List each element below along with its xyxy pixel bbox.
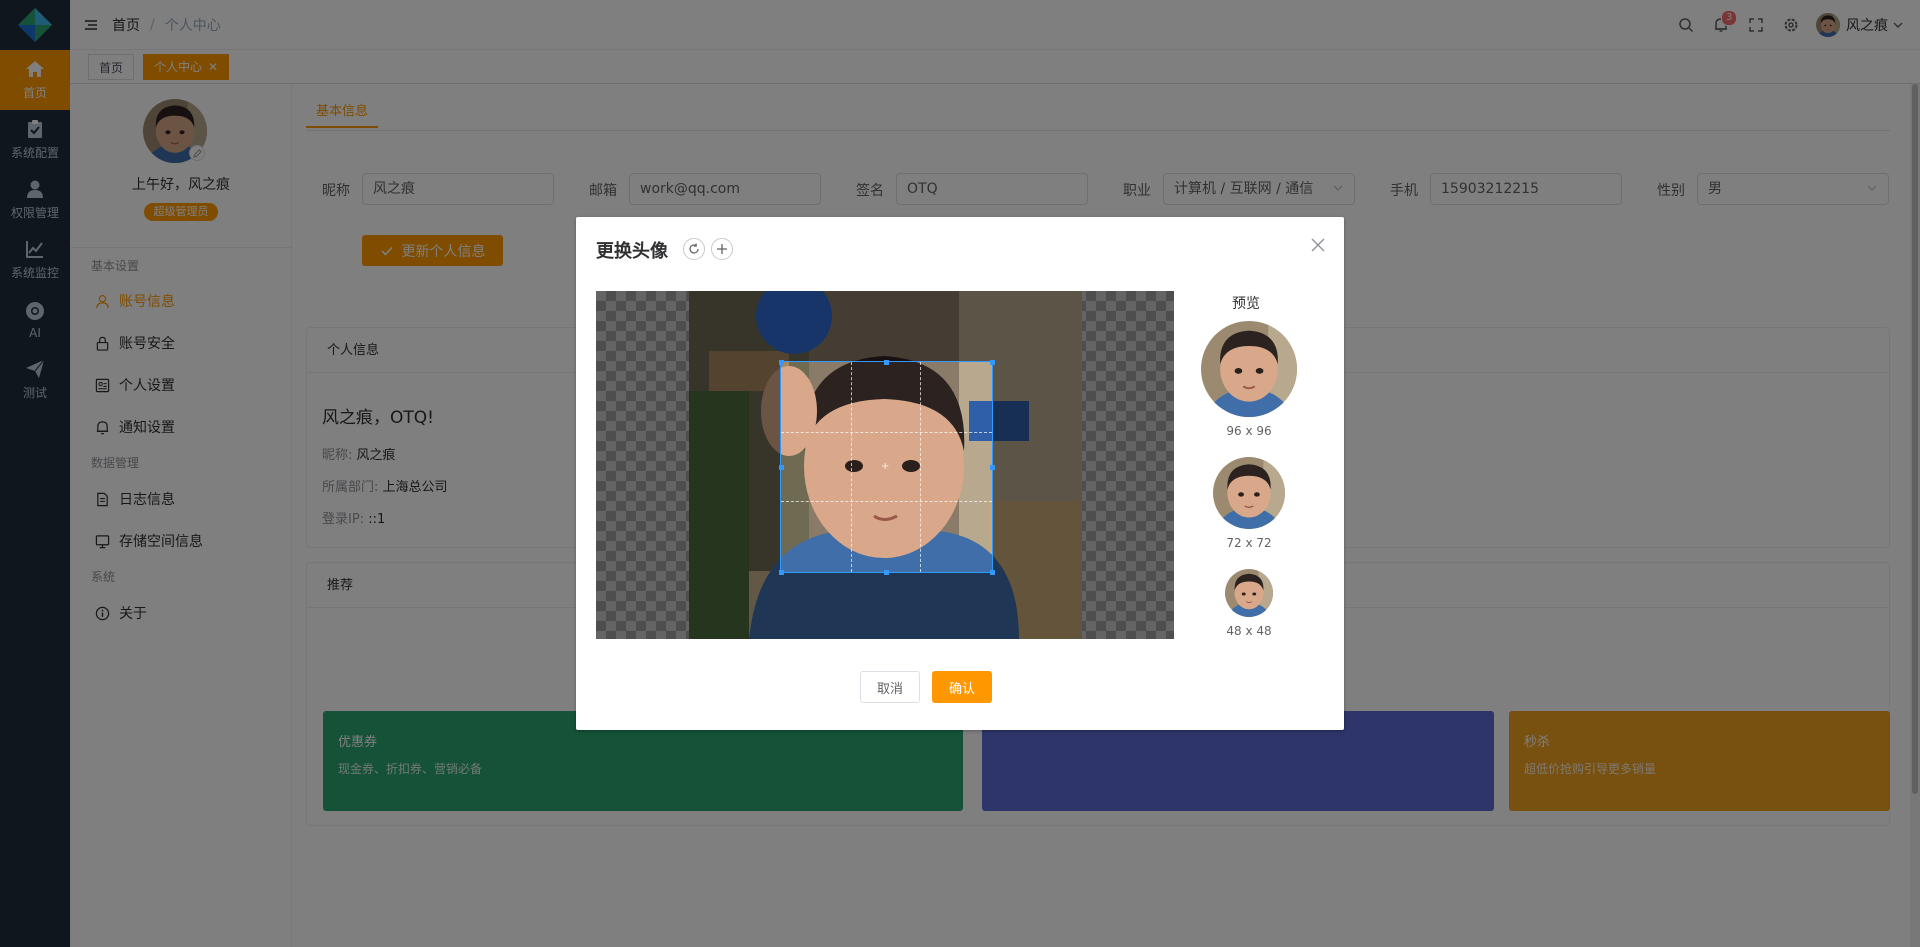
close-icon <box>1311 238 1325 252</box>
preview-48 <box>1225 569 1273 617</box>
zoom-in-button[interactable] <box>711 238 733 260</box>
rotate-icon <box>689 243 699 254</box>
preview-title: 预览 <box>1232 296 1260 312</box>
image-cropper[interactable]: + <box>596 291 1174 639</box>
crop-handle-nw[interactable] <box>779 360 784 365</box>
preview-size-label: 72 x 72 <box>1226 536 1272 550</box>
rotate-button[interactable] <box>683 238 705 260</box>
cancel-button[interactable]: 取消 <box>860 671 920 703</box>
crop-center-icon: + <box>881 461 890 472</box>
preview-image <box>1213 457 1285 529</box>
crop-handle-n[interactable] <box>884 360 889 365</box>
plus-icon <box>717 244 727 254</box>
change-avatar-dialog: 更换头像 + 预览 96 x 96 72 x 72 48 x 48 取消 确认 <box>576 217 1344 730</box>
preview-image <box>1201 321 1297 417</box>
crop-handle-w[interactable] <box>779 465 784 470</box>
crop-box[interactable]: + <box>780 361 993 573</box>
crop-handle-s[interactable] <box>884 570 889 575</box>
crop-handle-ne[interactable] <box>990 360 995 365</box>
dialog-close-button[interactable] <box>1310 237 1326 253</box>
preview-72 <box>1213 457 1285 529</box>
preview-image <box>1225 569 1273 617</box>
preview-96 <box>1201 321 1297 417</box>
confirm-button[interactable]: 确认 <box>932 671 992 703</box>
crop-handle-sw[interactable] <box>779 570 784 575</box>
crop-handle-e[interactable] <box>990 465 995 470</box>
preview-size-label: 96 x 96 <box>1226 424 1272 438</box>
dialog-title: 更换头像 <box>596 241 668 262</box>
crop-handle-se[interactable] <box>990 570 995 575</box>
preview-size-label: 48 x 48 <box>1226 624 1272 638</box>
